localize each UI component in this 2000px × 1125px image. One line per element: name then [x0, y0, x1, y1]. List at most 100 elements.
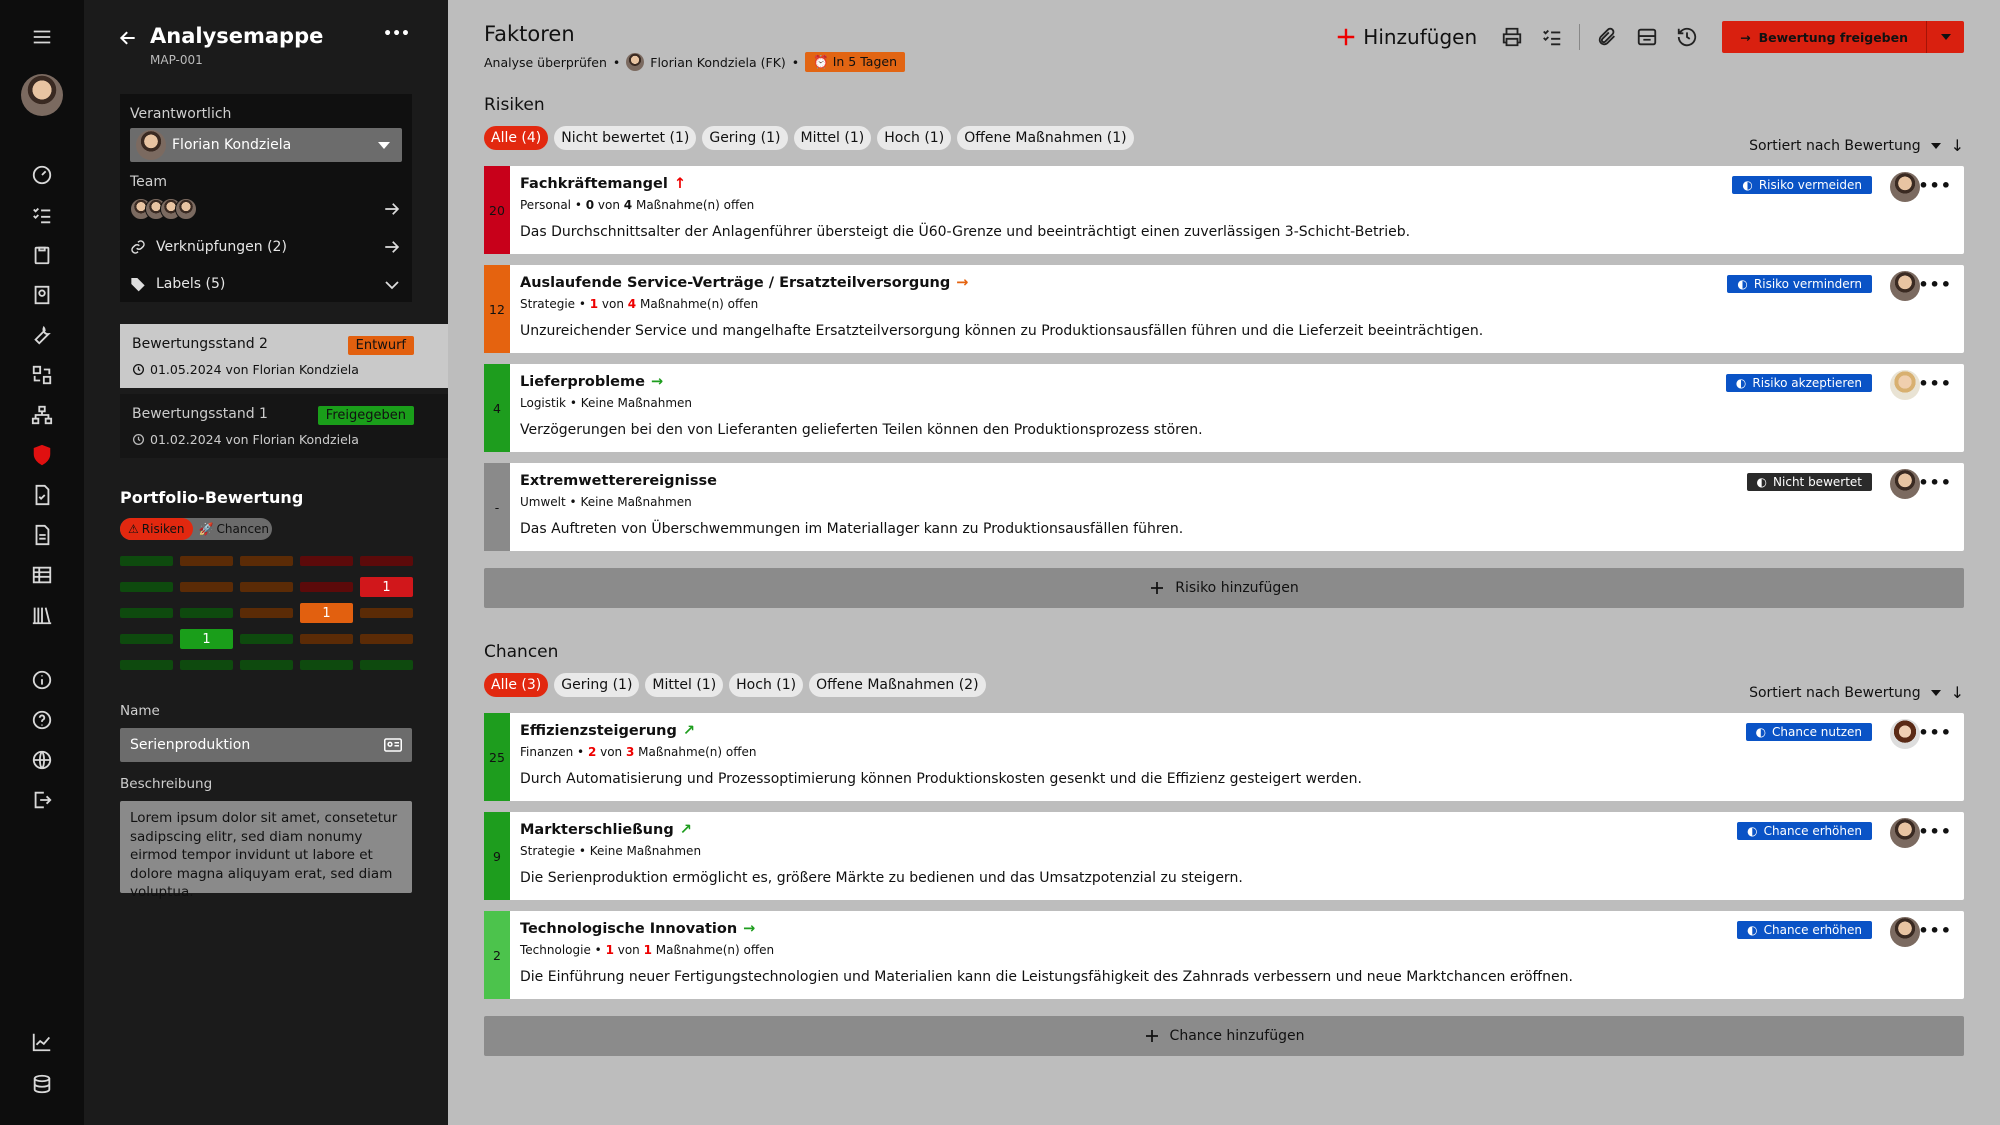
award-icon[interactable]	[22, 280, 62, 310]
clipboard-icon[interactable]	[22, 240, 62, 270]
assessment-state-1[interactable]: Bewertungsstand 1 Freigegeben 01.02.2024…	[120, 394, 448, 458]
links-label[interactable]: Verknüpfungen (2)	[156, 239, 287, 255]
checklist-icon[interactable]	[1539, 24, 1565, 50]
history-icon[interactable]	[1674, 24, 1700, 50]
chart-icon[interactable]	[22, 1027, 62, 1057]
matrix-cell[interactable]	[120, 556, 173, 566]
database-icon[interactable]	[22, 1069, 62, 1099]
matrix-cell[interactable]	[180, 608, 233, 618]
wrench-icon[interactable]	[22, 320, 62, 350]
action-badge[interactable]: ◐ Risiko vermindern	[1727, 275, 1872, 293]
matrix-cell[interactable]	[120, 608, 173, 618]
matrix-cell[interactable]	[300, 634, 353, 644]
more-button[interactable]: •••	[1918, 176, 1952, 195]
toggle-risks[interactable]: ⚠ Risiken	[120, 518, 193, 540]
chance-row[interactable]: 2 Technologische Innovation → Technologie…	[484, 911, 1964, 999]
document-check-icon[interactable]	[22, 480, 62, 510]
action-badge[interactable]: ◐ Risiko vermeiden	[1732, 176, 1872, 194]
action-badge[interactable]: ◐ Risiko akzeptieren	[1725, 374, 1872, 392]
matrix-cell[interactable]	[240, 556, 293, 566]
owner-avatar[interactable]	[1890, 469, 1920, 499]
responsible-select[interactable]: Florian Kondziela	[130, 128, 402, 162]
matrix-cell[interactable]	[300, 660, 353, 670]
menu-icon[interactable]	[22, 22, 62, 52]
crumb-review[interactable]: Analyse überprüfen	[484, 55, 607, 70]
matrix-cell[interactable]	[360, 608, 413, 618]
checklist-icon[interactable]	[22, 200, 62, 230]
more-button[interactable]: •••	[1918, 374, 1952, 393]
team-avatars[interactable]	[130, 198, 202, 220]
matrix-cell[interactable]	[120, 660, 173, 670]
owner-avatar[interactable]	[1890, 719, 1920, 749]
logout-icon[interactable]	[22, 785, 62, 815]
matrix-cell[interactable]	[120, 634, 173, 644]
chance-row[interactable]: 25 Effizienzsteigerung ↗ Finanzen • 2 von…	[484, 713, 1964, 801]
archive-icon[interactable]	[1634, 24, 1660, 50]
dashboard-icon[interactable]	[22, 160, 62, 190]
matrix-cell[interactable]	[240, 660, 293, 670]
matrix-cell[interactable]	[180, 582, 233, 592]
action-badge[interactable]: ◐ Chance nutzen	[1745, 723, 1872, 741]
chip-open-actions[interactable]: Offene Maßnahmen (2)	[809, 673, 986, 697]
matrix-cell-filled[interactable]: 1	[180, 629, 233, 649]
chance-row[interactable]: 9 Markterschließung ↗ Strategie • Keine M…	[484, 812, 1964, 900]
matrix-cell[interactable]	[360, 660, 413, 670]
owner-avatar[interactable]	[1890, 818, 1920, 848]
risk-row[interactable]: 20 Fachkräftemangel ↑ Personal • 0 von 4 …	[484, 166, 1964, 254]
globe-icon[interactable]	[22, 745, 62, 775]
name-input[interactable]: Serienproduktion	[120, 728, 412, 762]
matrix-cell[interactable]	[300, 556, 353, 566]
matrix-cell[interactable]	[120, 582, 173, 592]
action-badge[interactable]: ◐ Nicht bewertet	[1746, 473, 1872, 491]
matrix-cell-filled[interactable]: 1	[360, 577, 413, 597]
chip-high[interactable]: Hoch (1)	[877, 126, 952, 150]
chip-open-actions[interactable]: Offene Maßnahmen (1)	[957, 126, 1134, 150]
chip-medium[interactable]: Mittel (1)	[645, 673, 724, 697]
shield-icon[interactable]	[22, 440, 62, 470]
owner-avatar[interactable]	[1890, 370, 1920, 400]
chip-all[interactable]: Alle (3)	[484, 673, 549, 697]
org-chart-icon[interactable]	[22, 400, 62, 430]
more-button[interactable]: •••	[1918, 275, 1952, 294]
chevron-down-icon[interactable]	[382, 276, 402, 294]
owner-avatar[interactable]	[1890, 917, 1920, 947]
team-arrow-icon[interactable]	[382, 200, 402, 218]
table-icon[interactable]	[22, 560, 62, 590]
crumb-user[interactable]: Florian Kondziela (FK)	[650, 55, 786, 70]
matrix-cell[interactable]	[360, 556, 413, 566]
matrix-cell[interactable]	[360, 634, 413, 644]
document-icon[interactable]	[22, 520, 62, 550]
matrix-cell-filled[interactable]: 1	[300, 603, 353, 623]
matrix-cell[interactable]	[180, 556, 233, 566]
paperclip-icon[interactable]	[1594, 24, 1620, 50]
chip-all[interactable]: Alle (4)	[484, 126, 549, 150]
chip-low[interactable]: Gering (1)	[702, 126, 788, 150]
chip-high[interactable]: Hoch (1)	[729, 673, 804, 697]
matrix-cell[interactable]	[300, 582, 353, 592]
risk-row[interactable]: - Extremwetterereignisse Umwelt • Keine …	[484, 463, 1964, 551]
chip-medium[interactable]: Mittel (1)	[793, 126, 872, 150]
release-dropdown-button[interactable]	[1926, 21, 1964, 53]
more-button[interactable]: •••	[1918, 473, 1952, 492]
back-arrow-icon[interactable]	[118, 28, 138, 48]
user-avatar[interactable]	[21, 74, 63, 116]
due-badge[interactable]: ⏰ In 5 Tagen	[805, 52, 906, 72]
library-icon[interactable]	[22, 600, 62, 630]
owner-avatar[interactable]	[1890, 172, 1920, 202]
help-icon[interactable]	[22, 705, 62, 735]
assessment-state-2[interactable]: Bewertungsstand 2 Entwurf 01.05.2024 von…	[120, 324, 448, 388]
transfer-icon[interactable]	[22, 360, 62, 390]
risk-row[interactable]: 12 Auslaufende Service-Verträge / Ersatz…	[484, 265, 1964, 353]
matrix-cell[interactable]	[240, 582, 293, 592]
labels-label[interactable]: Labels (5)	[156, 276, 225, 292]
panel-more-button[interactable]: •••	[383, 26, 410, 42]
matrix-cell[interactable]	[180, 660, 233, 670]
info-icon[interactable]	[22, 665, 62, 695]
chip-not-rated[interactable]: Nicht bewertet (1)	[554, 126, 697, 150]
add-chance-button[interactable]: Chance hinzufügen	[484, 1016, 1964, 1056]
add-risk-button[interactable]: Risiko hinzufügen	[484, 568, 1964, 608]
toggle-chances[interactable]: 🚀 Chancen	[193, 518, 275, 540]
sort-arrow-icon[interactable]: ↓	[1951, 136, 1964, 155]
matrix-cell[interactable]	[240, 608, 293, 618]
more-button[interactable]: •••	[1918, 921, 1952, 940]
